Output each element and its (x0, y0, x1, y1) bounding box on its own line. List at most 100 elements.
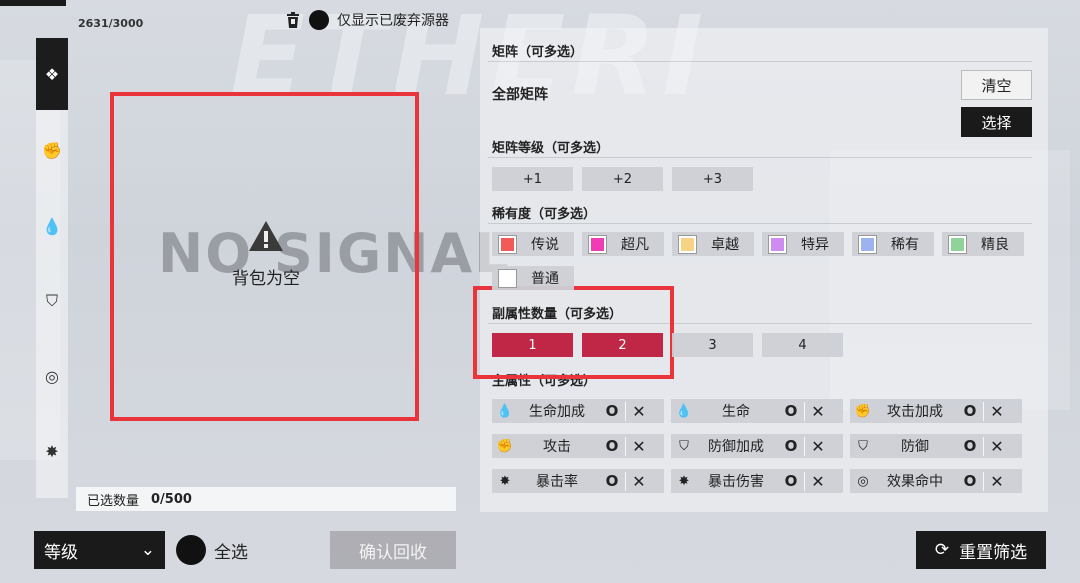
main-attr-item: ✊ 攻击 O ✕ (492, 434, 664, 458)
trash-icon (285, 11, 301, 29)
select-all-toggle[interactable]: 全选 (176, 535, 248, 565)
rarity-chip[interactable]: 特异 (762, 232, 844, 256)
exclude-button[interactable]: ✕ (625, 471, 652, 491)
fist-icon: ✊ (854, 403, 872, 419)
sort-select[interactable]: 等级 ⌄ (34, 531, 165, 569)
rarity-chip[interactable]: 普通 (492, 266, 574, 290)
rarity-swatch (949, 235, 966, 253)
matrix-level-title: 矩阵等级（可多选） (492, 141, 610, 156)
main-attr-item: ⛉ 防御 O ✕ (850, 434, 1022, 458)
rail-hp-button[interactable]: 💧 (36, 208, 68, 244)
rail-crit-button[interactable]: ✸ (36, 433, 68, 469)
sort-value: 等级 (44, 542, 78, 563)
include-button[interactable]: O (778, 437, 804, 455)
main-attr-label: 防御加成 (708, 439, 764, 455)
exclude-button[interactable]: ✕ (804, 471, 831, 491)
divider (488, 223, 1032, 224)
rail-attack-button[interactable]: ✊ (36, 132, 68, 168)
rail-hit-button[interactable]: ◎ (36, 358, 68, 394)
drop-icon: 💧 (42, 216, 62, 236)
rarity-swatch (679, 235, 696, 253)
rarity-title: 稀有度（可多选） (492, 207, 597, 222)
selected-value: 0/500 (151, 491, 192, 507)
shield-icon: ⛉ (858, 438, 868, 454)
exclude-button[interactable]: ✕ (625, 436, 652, 456)
exclude-button[interactable]: ✕ (983, 401, 1010, 421)
rail-defense-button[interactable]: ⛉ (36, 283, 68, 319)
fist-icon: ✊ (42, 140, 62, 160)
choose-button[interactable]: 选择 (961, 107, 1032, 137)
matrix-level-chip[interactable]: +3 (672, 167, 753, 191)
rarity-swatch (589, 235, 606, 253)
target-icon: ◎ (45, 366, 59, 386)
burst-icon: ✸ (499, 473, 511, 489)
main-attr-item: ✸ 暴击率 O ✕ (492, 469, 664, 493)
main-attr-label: 效果命中 (887, 474, 943, 490)
rarity-swatch (499, 235, 516, 253)
rail-all-button[interactable]: ❖ (36, 38, 68, 110)
burst-icon: ✸ (678, 473, 690, 489)
rarity-chip[interactable]: 稀有 (852, 232, 934, 256)
rarity-label: 稀有 (891, 237, 919, 253)
sub-count-chip[interactable]: 2 (582, 333, 663, 357)
select-all-dot[interactable] (176, 535, 206, 565)
rarity-label: 超凡 (621, 237, 649, 253)
rarity-chip[interactable]: 精良 (942, 232, 1024, 256)
refresh-icon: ⟳ (934, 540, 950, 560)
discard-toggle-dot[interactable] (309, 10, 329, 30)
include-button[interactable]: O (778, 402, 804, 420)
main-attr-label: 攻击 (543, 439, 571, 455)
rarity-label: 特异 (801, 237, 829, 253)
reset-filter-button[interactable]: ⟳ 重置筛选 (916, 531, 1046, 569)
discard-filter-toggle[interactable]: 仅显示已废弃源器 (285, 10, 449, 30)
target-icon: ◎ (857, 473, 869, 489)
sub-count-chip[interactable]: 3 (672, 333, 753, 357)
rarity-swatch (769, 235, 786, 253)
main-attr-label: 暴击率 (536, 474, 578, 490)
exclude-button[interactable]: ✕ (983, 436, 1010, 456)
highlight-box-bag (110, 92, 419, 421)
rarity-chip[interactable]: 超凡 (582, 232, 664, 256)
top-edge-bar (0, 0, 66, 6)
matrix-level-chip[interactable]: +2 (582, 167, 663, 191)
reset-label: 重置筛选 (959, 542, 1028, 563)
shield-icon: ⛉ (45, 291, 58, 310)
drop-icon: 💧 (496, 403, 514, 419)
chevron-down-icon: ⌄ (140, 540, 155, 560)
include-button[interactable]: O (599, 437, 625, 455)
main-attr-label: 生命 (722, 404, 750, 420)
main-attr-item: 💧 生命加成 O ✕ (492, 399, 664, 423)
exclude-button[interactable]: ✕ (983, 471, 1010, 491)
fist-icon: ✊ (496, 438, 514, 454)
include-button[interactable]: O (599, 472, 625, 490)
burst-icon: ✸ (45, 441, 59, 461)
main-attr-label: 生命加成 (529, 404, 585, 420)
include-button[interactable]: O (957, 402, 983, 420)
include-button[interactable]: O (599, 402, 625, 420)
sub-count-chip[interactable]: 4 (762, 333, 843, 357)
clear-button[interactable]: 清空 (961, 70, 1032, 100)
main-attr-item: ✸ 暴击伤害 O ✕ (671, 469, 843, 493)
exclude-button[interactable]: ✕ (625, 401, 652, 421)
selected-label: 已选数量 (87, 493, 140, 509)
shield-icon: ⛉ (679, 438, 689, 454)
divider (488, 157, 1032, 158)
rarity-chip[interactable]: 卓越 (672, 232, 754, 256)
main-attr-label: 攻击加成 (887, 404, 943, 420)
rarity-label: 卓越 (711, 237, 739, 253)
rarity-chip[interactable]: 传说 (492, 232, 574, 256)
include-button[interactable]: O (778, 472, 804, 490)
rarity-label: 精良 (981, 237, 1009, 253)
exclude-button[interactable]: ✕ (804, 401, 831, 421)
include-button[interactable]: O (957, 437, 983, 455)
include-button[interactable]: O (957, 472, 983, 490)
all-matrix-label: 全部矩阵 (492, 87, 548, 103)
exclude-button[interactable]: ✕ (804, 436, 831, 456)
discard-label: 仅显示已废弃源器 (337, 13, 449, 29)
confirm-recycle-button[interactable]: 确认回收 (330, 531, 456, 569)
sub-count-chip[interactable]: 1 (492, 333, 573, 357)
matrix-level-chip[interactable]: +1 (492, 167, 573, 191)
main-attr-item: ✊ 攻击加成 O ✕ (850, 399, 1022, 423)
rarity-swatch (499, 269, 516, 287)
selected-count-bar: 已选数量 0/500 (76, 487, 456, 511)
